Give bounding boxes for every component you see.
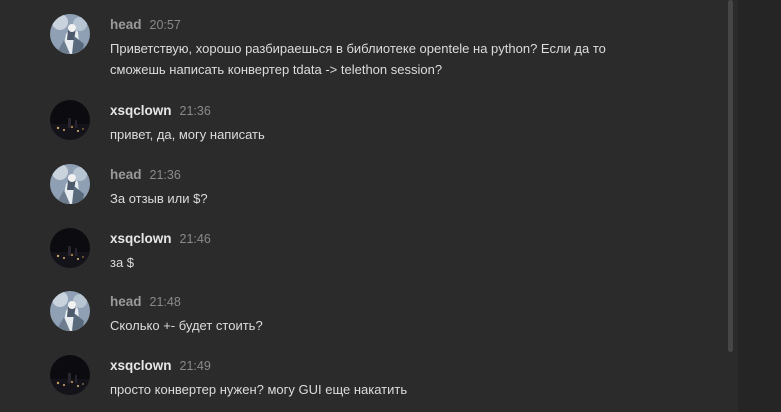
avatar[interactable] — [50, 164, 90, 204]
timestamp: 20:57 — [149, 18, 181, 32]
timestamp: 21:49 — [179, 359, 211, 373]
scrollbar[interactable] — [726, 0, 735, 412]
chat-window: head 20:57 Приветствую, хорошо разбираешь… — [0, 0, 781, 412]
night-city-avatar-icon — [50, 228, 90, 268]
night-city-avatar-icon — [50, 100, 90, 140]
message-meta: head 21:48 — [110, 293, 181, 309]
author-name[interactable]: head — [110, 167, 142, 182]
message-line: просто конвертер нужен? могу GUI еще нак… — [110, 382, 408, 397]
anime-character-avatar-icon — [50, 291, 90, 331]
message-list[interactable]: head 20:57 Приветствую, хорошо разбираешь… — [0, 0, 738, 412]
message-text: Сколько +- будет стоить? — [110, 315, 670, 336]
message-line: сможешь написать конвертер tdata -> tele… — [110, 62, 443, 77]
message-line: За отзыв или $? — [110, 191, 208, 206]
message-meta: head 20:57 — [110, 16, 181, 32]
message-line: привет, да, могу написать — [110, 127, 265, 142]
timestamp: 21:46 — [179, 232, 211, 246]
message-line: Приветствую, хорошо разбираешься в библи… — [110, 41, 606, 56]
author-name[interactable]: xsqclown — [110, 103, 172, 118]
night-city-avatar-icon — [50, 355, 90, 395]
message-meta: xsqclown 21:36 — [110, 102, 211, 118]
author-name[interactable]: xsqclown — [110, 358, 172, 373]
message-text: просто конвертер нужен? могу GUI еще нак… — [110, 379, 670, 400]
author-name[interactable]: xsqclown — [110, 231, 172, 246]
avatar[interactable] — [50, 291, 90, 331]
scrollbar-thumb[interactable] — [728, 0, 733, 352]
avatar[interactable] — [50, 355, 90, 395]
author-name[interactable]: head — [110, 17, 142, 32]
author-name[interactable]: head — [110, 294, 142, 309]
message-text: Приветствую, хорошо разбираешься в библи… — [110, 38, 670, 80]
timestamp: 21:36 — [179, 104, 211, 118]
message-meta: xsqclown 21:46 — [110, 230, 211, 246]
anime-character-avatar-icon — [50, 14, 90, 54]
timestamp: 21:48 — [149, 295, 181, 309]
timestamp: 21:36 — [149, 168, 181, 182]
message-line: за $ — [110, 255, 135, 270]
avatar[interactable] — [50, 228, 90, 268]
avatar[interactable] — [50, 14, 90, 54]
message-meta: xsqclown 21:49 — [110, 357, 211, 373]
message-line: Сколько +- будет стоить? — [110, 318, 263, 333]
side-panel — [738, 0, 781, 412]
message-meta: head 21:36 — [110, 166, 181, 182]
message-text: привет, да, могу написать — [110, 124, 670, 145]
avatar[interactable] — [50, 100, 90, 140]
anime-character-avatar-icon — [50, 164, 90, 204]
message-text: За отзыв или $? — [110, 188, 670, 209]
message-text: за $ — [110, 252, 670, 273]
